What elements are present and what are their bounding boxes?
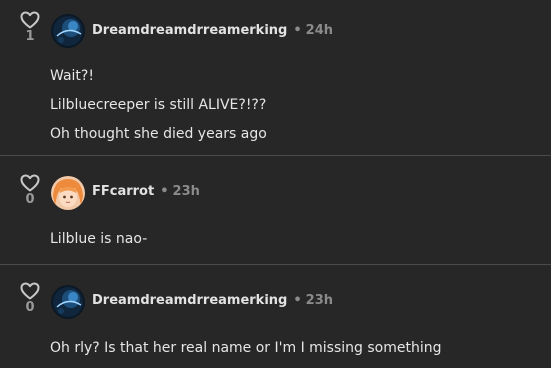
divider: [0, 264, 551, 265]
heart-icon[interactable]: [20, 282, 40, 300]
timestamp: 23h: [305, 293, 334, 308]
comment-line: Lilbluecreeper is still ALIVE?!??: [50, 97, 267, 113]
divider: [0, 155, 551, 156]
comment-body: Lilblue is nao-: [50, 225, 147, 254]
comment-header: Dreamdreamdrreamerking • 24h: [92, 22, 333, 40]
username[interactable]: FFcarrot: [92, 184, 154, 199]
vote-control: 0: [18, 174, 42, 207]
avatar[interactable]: [51, 285, 85, 319]
vote-control: 1: [18, 11, 42, 44]
vote-count: 0: [25, 192, 35, 207]
dark-planet-avatar-icon: [51, 285, 85, 319]
comment-body: Wait?! Lilbluecreeper is still ALIVE?!??…: [50, 62, 267, 149]
comment-line: Oh thought she died years ago: [50, 126, 267, 142]
heart-icon[interactable]: [20, 174, 40, 192]
avatar[interactable]: [51, 14, 85, 48]
comment-header: Dreamdreamdrreamerking • 23h: [92, 292, 333, 310]
heart-icon[interactable]: [20, 11, 40, 29]
comment-header: FFcarrot • 23h: [92, 183, 200, 201]
comment-body: Oh rly? Is that her real name or I'm I m…: [50, 334, 442, 363]
vote-count: 0: [25, 300, 35, 315]
vote-control: 0: [18, 282, 42, 315]
avatar[interactable]: [51, 176, 85, 210]
username[interactable]: Dreamdreamdrreamerking: [92, 23, 287, 38]
separator-dot: •: [293, 23, 302, 38]
orange-hair-anime-avatar-icon: [51, 176, 85, 210]
timestamp: 23h: [172, 184, 200, 199]
comment-line: Lilblue is nao-: [50, 231, 148, 247]
comment-line: Wait?!: [50, 68, 94, 84]
dark-planet-avatar-icon: [51, 14, 85, 48]
vote-count: 1: [25, 29, 35, 44]
separator-dot: •: [293, 293, 302, 308]
timestamp: 24h: [305, 23, 334, 38]
username[interactable]: Dreamdreamdrreamerking: [92, 293, 287, 308]
comment-line: Oh rly? Is that her real name or I'm I m…: [50, 340, 442, 356]
separator-dot: •: [160, 184, 169, 199]
